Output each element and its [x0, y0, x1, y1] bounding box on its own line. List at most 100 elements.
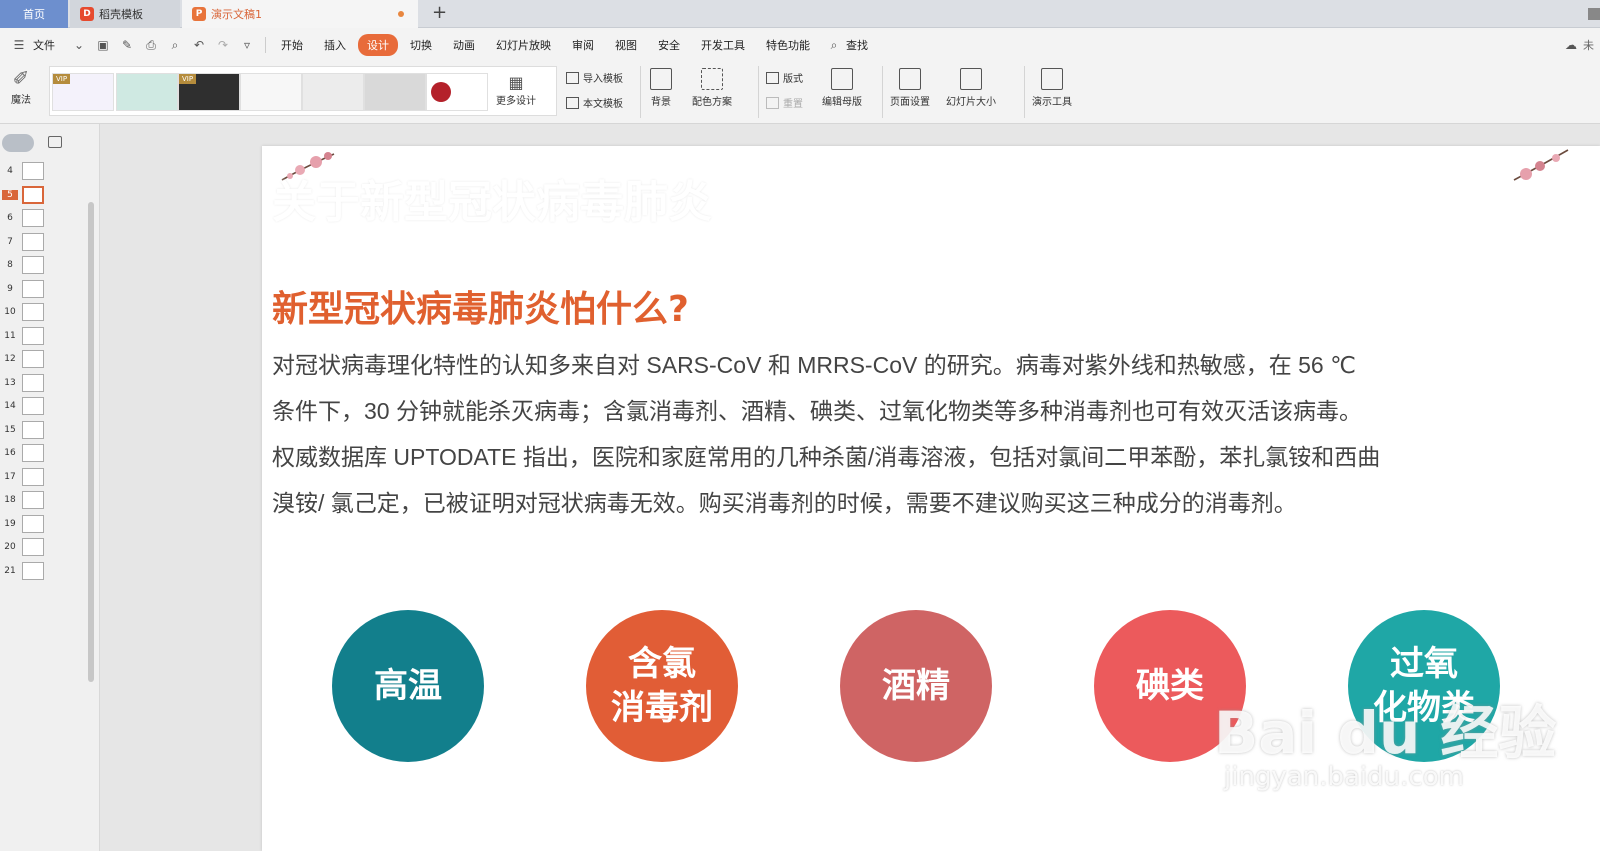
- slide-preview-box: [22, 256, 44, 274]
- slide-thumbnail[interactable]: 4: [0, 162, 50, 182]
- design-thumb-7[interactable]: [426, 73, 488, 111]
- slide-number: 11: [4, 330, 16, 341]
- body-line: 权威数据库 UPTODATE 指出，医院和家庭常用的几种杀菌/消毒溶液，包括对氯…: [272, 444, 1381, 470]
- circle-shape[interactable]: 含氯 消毒剂: [586, 610, 738, 762]
- layout-button[interactable]: 版式: [766, 70, 803, 85]
- slide-body-text[interactable]: 对冠状病毒理化特性的认知多来自对 SARS-CoV 和 MRRS-CoV 的研究…: [272, 342, 1522, 526]
- tab-home[interactable]: 首页: [0, 0, 68, 28]
- menu-tab[interactable]: 幻灯片放映: [487, 34, 560, 56]
- background-icon: [650, 68, 672, 90]
- circle-label: 高温: [374, 666, 442, 706]
- slide-preview-box: [22, 303, 44, 321]
- reset-button[interactable]: 重置: [766, 95, 803, 110]
- slide-canvas[interactable]: 关于新型冠状病毒肺炎 新型冠状病毒肺炎怕什么? 对冠状病毒理化特性的认知多来自对…: [262, 146, 1600, 851]
- unsaved-dot-icon: [398, 11, 404, 17]
- search-icon[interactable]: ⌕: [825, 36, 843, 54]
- slide-thumbnail[interactable]: 7: [0, 232, 50, 253]
- sync-status[interactable]: 未: [1583, 37, 1594, 53]
- file-menu[interactable]: 文件: [31, 34, 64, 56]
- slide-thumbnail[interactable]: 10: [0, 303, 50, 323]
- window-control-icon[interactable]: [1588, 8, 1600, 20]
- more-design-button[interactable]: ▦ 更多设计: [496, 73, 536, 107]
- menu-tab[interactable]: 开始: [272, 34, 312, 56]
- slide-thumbnail[interactable]: 15: [0, 420, 50, 441]
- save-icon[interactable]: ▣: [94, 36, 112, 54]
- slide-thumbnail[interactable]: 5: [0, 185, 50, 206]
- import-template-button[interactable]: 导入模板: [566, 70, 623, 85]
- circle-shape[interactable]: 酒精: [840, 610, 992, 762]
- monitor-icon: [1041, 68, 1063, 90]
- menu-tab[interactable]: 切换: [401, 34, 441, 56]
- slide-view-icon[interactable]: [48, 136, 62, 148]
- tab-templates[interactable]: D 稻壳模板: [70, 0, 180, 28]
- print-preview-icon[interactable]: ⌕: [166, 36, 184, 54]
- slide-thumbnail[interactable]: 16: [0, 444, 50, 464]
- design-thumb-2[interactable]: [116, 73, 178, 111]
- menu-tab[interactable]: 特色功能: [757, 34, 819, 56]
- slide-thumbnail[interactable]: 21: [0, 561, 50, 582]
- menu-tab[interactable]: 审阅: [563, 34, 603, 56]
- body-line: 溴铵/ 氯己定，已被证明对冠状病毒无效。购买消毒剂的时候，需要不建议购买这三种成…: [272, 490, 1297, 516]
- slide-preview-box: [22, 538, 44, 556]
- customize-arrow-icon[interactable]: ▿: [238, 36, 256, 54]
- redo-icon[interactable]: ↷: [214, 36, 232, 54]
- edit-master-icon: [831, 68, 853, 90]
- undo-icon[interactable]: ↶: [190, 36, 208, 54]
- design-thumb-3[interactable]: VIP: [178, 73, 240, 111]
- format-painter-icon[interactable]: ✎: [118, 36, 136, 54]
- menu-bar: ☰ 文件 ⌄ ▣ ✎ ⎙ ⌕ ↶ ↷ ▿ 开始 插入 设计 切换 动画 幻灯片放映 审阅 视图…: [0, 28, 1600, 62]
- panel-scrollbar[interactable]: [88, 202, 94, 682]
- menu-tab[interactable]: 安全: [649, 34, 689, 56]
- print-icon[interactable]: ⎙: [142, 36, 160, 54]
- color-scheme-label: 配色方案: [692, 97, 732, 108]
- more-design-label: 更多设计: [496, 96, 536, 107]
- design-thumb-6[interactable]: [364, 73, 426, 111]
- this-template-button[interactable]: 本文模板: [566, 95, 623, 110]
- present-tools-label: 演示工具: [1032, 97, 1072, 108]
- tab-bar: 首页 D 稻壳模板 P 演示文稿1 +: [0, 0, 1600, 28]
- tab-document[interactable]: P 演示文稿1: [182, 0, 418, 28]
- menu-tab[interactable]: 插入: [315, 34, 355, 56]
- slide-thumbnail[interactable]: 20: [0, 538, 50, 558]
- slide-thumbnail[interactable]: 8: [0, 256, 50, 276]
- circle-shape[interactable]: 高温: [332, 610, 484, 762]
- color-scheme-button[interactable]: 配色方案: [692, 68, 732, 108]
- design-ribbon: ✐ 魔法 VIP VIP ▦ 更多设计 导入模板 本文模板 背景 配色方案 版式…: [0, 62, 1600, 124]
- design-thumb-4[interactable]: [240, 73, 302, 111]
- slide-thumbnail[interactable]: 18: [0, 491, 50, 511]
- design-thumb-1[interactable]: VIP: [52, 73, 114, 111]
- page-setup-button[interactable]: 页面设置: [890, 68, 930, 108]
- slide-number: 21: [4, 565, 16, 576]
- slide-preview-box: [22, 491, 44, 509]
- slide-thumbnail[interactable]: 19: [0, 514, 50, 535]
- magic-button[interactable]: ✐ 魔法: [10, 66, 32, 106]
- slide-preview-box: [22, 232, 44, 251]
- edit-master-button[interactable]: 编辑母版: [822, 68, 862, 108]
- slide-title[interactable]: 关于新型冠状病毒肺炎: [272, 166, 712, 230]
- baidu-watermark: Bai du 经验: [1214, 699, 1557, 767]
- slide-thumbnail[interactable]: 9: [0, 279, 50, 300]
- slide-thumbnail[interactable]: 6: [0, 209, 50, 229]
- hamburger-menu-icon: ☰: [13, 38, 25, 52]
- menu-tab[interactable]: 设计: [358, 34, 398, 56]
- cloud-sync-icon[interactable]: ☁: [1562, 36, 1580, 54]
- new-tab-button[interactable]: +: [432, 2, 447, 23]
- present-tools-button[interactable]: 演示工具: [1032, 68, 1072, 108]
- slide-thumbnail[interactable]: 11: [0, 326, 50, 347]
- slide-thumbnail[interactable]: 14: [0, 397, 50, 417]
- search-menu[interactable]: 查找: [846, 34, 877, 56]
- slide-thumbnail[interactable]: 17: [0, 467, 50, 488]
- outline-view-toggle[interactable]: [2, 134, 34, 152]
- slide-preview-box: [22, 444, 44, 462]
- magic-label: 魔法: [11, 95, 31, 106]
- slide-size-button[interactable]: 幻灯片大小: [946, 68, 996, 108]
- slide-thumbnail[interactable]: 12: [0, 350, 50, 370]
- slide-heading[interactable]: 新型冠状病毒肺炎怕什么?: [272, 280, 689, 332]
- menu-tab[interactable]: 动画: [444, 34, 484, 56]
- menu-tab[interactable]: 视图: [606, 34, 646, 56]
- slide-thumbnail[interactable]: 13: [0, 373, 50, 394]
- chevron-down-icon[interactable]: ⌄: [70, 36, 88, 54]
- menu-tab[interactable]: 开发工具: [692, 34, 754, 56]
- background-button[interactable]: 背景: [650, 68, 672, 108]
- design-thumb-5[interactable]: [302, 73, 364, 111]
